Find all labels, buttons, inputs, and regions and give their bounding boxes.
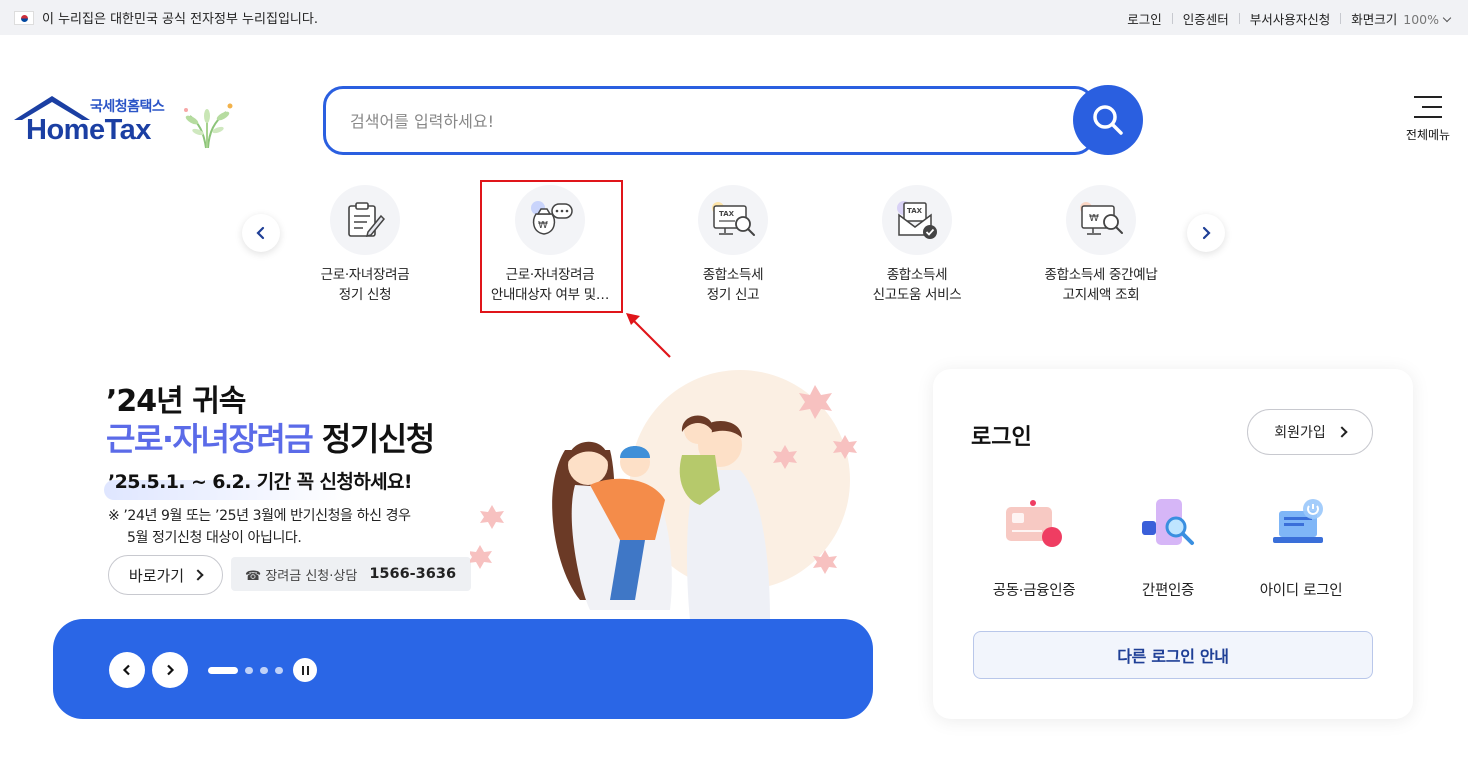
quick-label: 근로·자녀장려금 정기 신청 bbox=[285, 265, 445, 305]
promo-title-line2: 근로·자녀장려금 정기신청 bbox=[106, 414, 435, 460]
family-illustration bbox=[470, 370, 857, 620]
full-menu-button[interactable]: 전체메뉴 bbox=[1400, 96, 1456, 143]
promo-title-rest: 정기신청 bbox=[312, 420, 435, 458]
search-input[interactable] bbox=[350, 109, 1050, 133]
zoom-label: 화면크기 bbox=[1351, 12, 1398, 27]
join-button[interactable]: 회원가입 bbox=[1247, 409, 1373, 455]
hamburger-icon bbox=[1414, 96, 1442, 118]
chevron-down-icon bbox=[1442, 13, 1452, 23]
login-link[interactable]: 로그인 bbox=[1127, 9, 1162, 28]
quick-label: 종합소득세 신고도움 서비스 bbox=[837, 265, 997, 305]
zoom-value: 100% bbox=[1403, 12, 1439, 27]
quick-label-line2: 정기 신청 bbox=[338, 287, 392, 303]
chevron-right-icon bbox=[192, 569, 204, 581]
tax-monitor-search-icon: TAX bbox=[712, 202, 755, 236]
quick-icon-wrap: TAX bbox=[698, 185, 768, 255]
certificate-card-icon bbox=[1006, 500, 1062, 547]
divider bbox=[1171, 13, 1173, 24]
quick-menu-item[interactable]: ₩ 종합소득세 중간예납 고지세액 조회 bbox=[1021, 185, 1181, 305]
quick-menu-item[interactable]: TAX 종합소득세 신고도움 서비스 bbox=[837, 185, 997, 305]
promo-note-line2: 5월 정기신청 대상이 아닙니다. bbox=[127, 530, 302, 546]
login-card: 로그인 회원가입 공동·금융인증 간편인증 아이디 로그인 다른 로그인 안내 bbox=[933, 369, 1413, 719]
hometax-logo[interactable]: 국세청홈택스 HomeTax bbox=[12, 94, 237, 150]
promo-title-highlight: 근로·자녀장려금 bbox=[106, 420, 314, 458]
chevron-right-icon bbox=[1336, 426, 1348, 438]
quick-menu-prev-button[interactable] bbox=[242, 214, 280, 252]
login-option-simple[interactable]: 간편인증 bbox=[1103, 497, 1233, 600]
laptop-power-icon bbox=[1273, 499, 1323, 543]
chevron-left-icon bbox=[256, 226, 265, 240]
phone-info: ☎ 장려금 신청·상담 1566-3636 bbox=[231, 557, 471, 591]
quick-label: 종합소득세 정기 신고 bbox=[653, 265, 813, 305]
quick-label-line2: 고지세액 조회 bbox=[1062, 287, 1140, 303]
divider bbox=[1238, 13, 1240, 24]
svg-text:TAX: TAX bbox=[907, 207, 923, 215]
login-option-label: 간편인증 bbox=[1141, 583, 1195, 599]
korea-flag-icon bbox=[14, 10, 34, 25]
other-login-button[interactable]: 다른 로그인 안내 bbox=[973, 631, 1373, 679]
slide-next-button[interactable] bbox=[152, 652, 188, 688]
quick-icon-wrap: ₩ bbox=[1066, 185, 1136, 255]
logo-subtitle: 국세청홈택스 bbox=[90, 99, 165, 115]
logo-text: HomeTax bbox=[26, 114, 151, 146]
quick-label-line2: 신고도움 서비스 bbox=[872, 287, 962, 303]
promo-note: ※ ’24년 9월 또는 ’25년 3월에 반기신청을 하신 경우 5월 정기신… bbox=[108, 505, 411, 549]
zoom-control[interactable]: 화면크기 100% bbox=[1351, 9, 1452, 28]
svg-text:TAX: TAX bbox=[719, 210, 735, 218]
login-option-label: 공동·금융인증 bbox=[992, 583, 1076, 599]
annotation-arrow-icon bbox=[626, 313, 671, 358]
quick-label-line1: 근로·자녀장려금 bbox=[320, 267, 410, 283]
gov-notice-text: 이 누리집은 대한민국 공식 전자정부 누리집입니다. bbox=[42, 12, 318, 27]
goto-button[interactable]: 바로가기 bbox=[108, 555, 223, 595]
search-icon bbox=[1093, 105, 1123, 135]
quick-label-line2: 정기 신고 bbox=[706, 287, 760, 303]
annotation-highlight-box bbox=[480, 180, 623, 313]
promo-date: ’25.5.1. ~ 6.2. 기간 꼭 신청하세요! bbox=[108, 471, 413, 493]
gov-notice: 이 누리집은 대한민국 공식 전자정부 누리집입니다. bbox=[14, 8, 318, 27]
slide-prev-button[interactable] bbox=[109, 652, 145, 688]
gov-banner: 이 누리집은 대한민국 공식 전자정부 누리집입니다. 로그인 인증센터 부서사… bbox=[0, 0, 1468, 35]
form-pen-icon bbox=[348, 202, 386, 238]
phone-label: ☎ 장려금 신청·상담 bbox=[245, 568, 358, 584]
chevron-right-icon bbox=[167, 664, 175, 676]
login-option-id[interactable]: 아이디 로그인 bbox=[1236, 497, 1366, 600]
won-monitor-search-icon: ₩ bbox=[1080, 202, 1123, 235]
join-label: 회원가입 bbox=[1274, 425, 1326, 441]
divider bbox=[1340, 13, 1342, 24]
slide-pause-button[interactable] bbox=[293, 658, 317, 682]
quick-label-line1: 종합소득세 중간예납 bbox=[1044, 267, 1158, 283]
full-menu-label: 전체메뉴 bbox=[1405, 128, 1451, 142]
quick-label-line1: 종합소득세 bbox=[886, 267, 948, 283]
cert-center-link[interactable]: 인증센터 bbox=[1183, 9, 1229, 28]
plant-icon bbox=[184, 103, 233, 149]
slide-indicator[interactable] bbox=[245, 667, 253, 674]
simple-auth-phone-icon bbox=[1142, 499, 1194, 545]
chevron-right-icon bbox=[1202, 226, 1211, 240]
slide-indicator-active[interactable] bbox=[208, 667, 238, 674]
search-button[interactable] bbox=[1073, 85, 1143, 155]
slide-indicator[interactable] bbox=[260, 667, 268, 674]
dept-user-link[interactable]: 부서사용자신청 bbox=[1250, 9, 1331, 28]
quick-label-line1: 종합소득세 bbox=[702, 267, 764, 283]
tax-envelope-check-icon: TAX bbox=[897, 201, 937, 239]
chevron-left-icon bbox=[122, 664, 130, 676]
login-option-label: 아이디 로그인 bbox=[1259, 583, 1343, 599]
slide-indicator[interactable] bbox=[275, 667, 283, 674]
quick-icon-wrap: TAX bbox=[882, 185, 952, 255]
quick-menu-item[interactable]: 근로·자녀장려금 정기 신청 bbox=[285, 185, 445, 305]
phone-number: 1566-3636 bbox=[369, 566, 457, 582]
quick-menu-item[interactable]: TAX 종합소득세 정기 신고 bbox=[653, 185, 813, 305]
svg-text:₩: ₩ bbox=[1089, 213, 1099, 224]
login-title: 로그인 bbox=[971, 425, 1032, 450]
login-option-certificate[interactable]: 공동·금융인증 bbox=[969, 497, 1099, 600]
promo-note-line1: ※ ’24년 9월 또는 ’25년 3월에 반기신청을 하신 경우 bbox=[108, 508, 411, 524]
quick-label: 종합소득세 중간예납 고지세액 조회 bbox=[1021, 265, 1181, 305]
quick-icon-wrap bbox=[330, 185, 400, 255]
search-box bbox=[323, 86, 1095, 155]
utility-links: 로그인 인증센터 부서사용자신청 화면크기 100% bbox=[1127, 9, 1452, 28]
quick-menu-next-button[interactable] bbox=[1187, 214, 1225, 252]
goto-label: 바로가기 bbox=[128, 566, 185, 585]
